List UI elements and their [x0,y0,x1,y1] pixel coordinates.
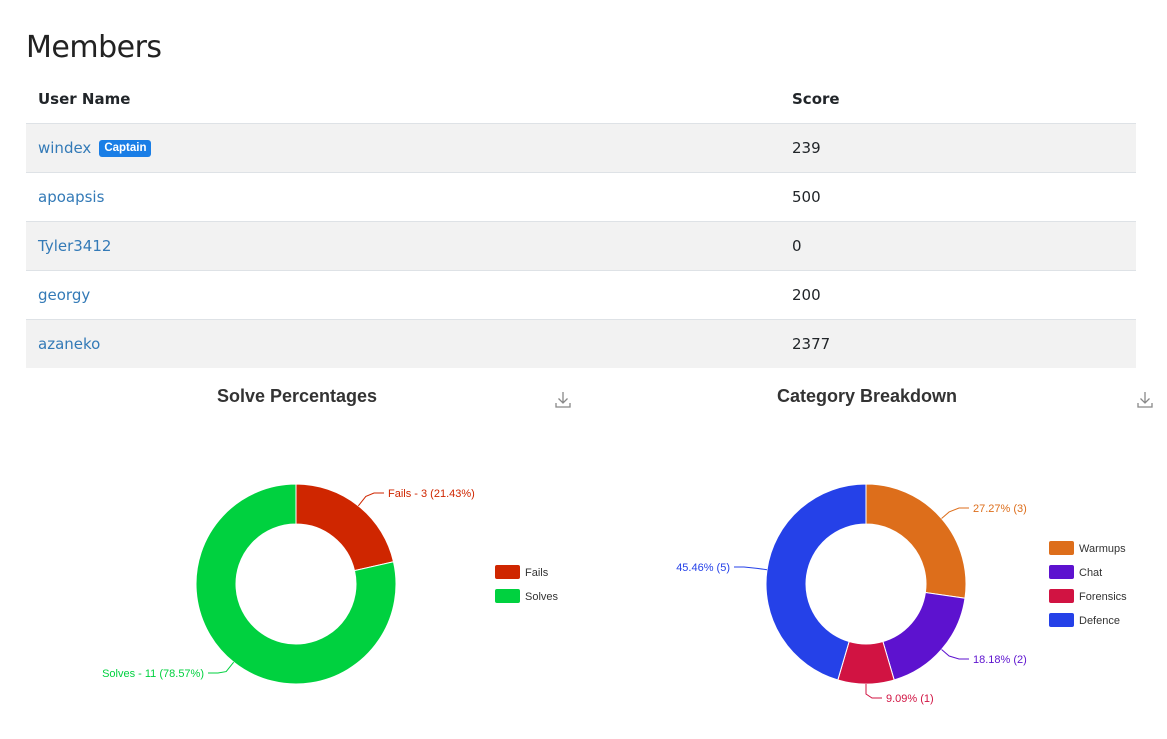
slice-label: Fails - 3 (21.43%) [388,488,475,500]
user-link-apoapsis[interactable]: apoapsis [38,188,104,206]
leader-line [734,566,768,571]
slice-label: 9.09% (1) [886,693,934,705]
captain-badge: Captain [99,140,152,157]
page-title: Members [26,30,162,65]
table-row: Tyler3412 0 [26,221,1136,271]
legend-swatch[interactable] [1049,613,1074,627]
legend-swatch[interactable] [1049,589,1074,603]
leader-line [357,492,384,507]
category-breakdown-chart: Category Breakdown 27.27% (3) Warmups 18.1… [582,380,1153,730]
slice-label: 45.46% (5) [676,562,730,574]
slice-warmups [865,483,967,599]
legend-swatch[interactable] [495,565,520,579]
user-cell: Tyler3412 [26,221,780,271]
legend-label[interactable]: Forensics [1079,591,1127,603]
slice-label: 27.27% (3) [973,503,1027,515]
user-cell: georgy [26,270,780,320]
legend-label[interactable]: Fails [525,567,549,579]
table-row: apoapsis 500 [26,172,1136,222]
members-table: User Name Score windex Captain 239 apoaps… [26,75,1136,368]
table-row: georgy 200 [26,270,1136,320]
score-cell: 0 [780,221,1136,271]
slice-label: Solves - 11 (78.57%) [102,668,204,680]
score-cell: 200 [780,270,1136,320]
legend-label[interactable]: Chat [1079,567,1102,579]
user-link-georgy[interactable]: georgy [38,286,90,304]
score-cell: 239 [780,123,1136,173]
user-link-tyler3412[interactable]: Tyler3412 [38,237,111,255]
donut-chart: Fails - 3 (21.43%) Fails Solves - 11 (78.5… [102,483,559,685]
leader-line [941,649,969,660]
score-cell: 500 [780,172,1136,222]
table-row: azaneko 2377 [26,319,1136,368]
score-header: Score [780,75,1136,124]
user-link-windex[interactable]: windex [38,139,91,157]
slice-label: 18.18% (2) [973,654,1027,666]
legend-label[interactable]: Defence [1079,615,1120,627]
solve-percentages-chart: Solve Percentages Fails - 3 (21.43%) Fail… [12,380,572,730]
table-header-row: User Name Score [26,75,1136,124]
donut-chart: 27.27% (3) Warmups 18.18% (2) Chat 9.09% (1)… [676,483,1127,705]
slice-chat [882,591,966,681]
user-cell: azaneko [26,319,780,368]
user-name-header: User Name [26,75,780,124]
legend-swatch[interactable] [1049,565,1074,579]
table-row: windex Captain 239 [26,123,1136,173]
user-link-azaneko[interactable]: azaneko [38,335,100,353]
legend-label[interactable]: Warmups [1079,543,1126,555]
leader-line [941,507,969,519]
legend-swatch[interactable] [495,589,520,603]
legend-swatch[interactable] [1049,541,1074,555]
user-cell: apoapsis [26,172,780,222]
legend-label[interactable]: Solves [525,591,559,603]
score-cell: 2377 [780,319,1136,368]
user-cell: windex Captain [26,123,780,173]
leader-line [865,684,882,699]
slice-fails [295,483,395,572]
leader-line [208,661,235,674]
